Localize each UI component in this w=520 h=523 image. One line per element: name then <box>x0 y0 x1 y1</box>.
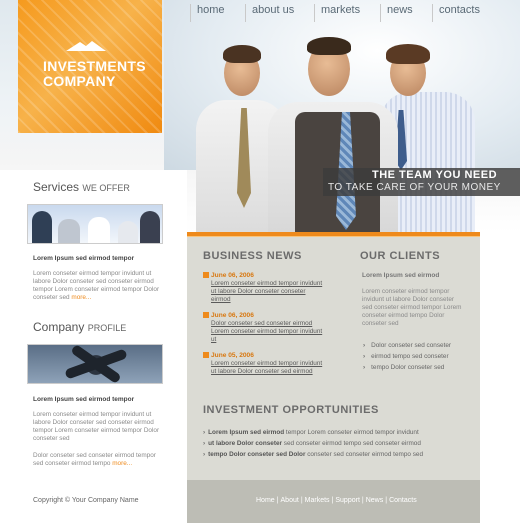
news-item-3[interactable]: Lorem conseter eirmod tempor invidunt ut… <box>211 360 326 376</box>
nav-home[interactable]: home <box>190 4 225 22</box>
mountain-logo-icon <box>66 41 106 51</box>
footer-separator: | <box>385 497 388 504</box>
services-title-main: Services <box>33 180 80 194</box>
arrow-right-icon <box>203 312 209 319</box>
footer-link-home[interactable]: Home <box>256 497 275 504</box>
services-text: Lorem conseter eirmod tempor invidunt ut… <box>33 270 163 302</box>
client-item-2[interactable]: eirmod tempo sed conseter <box>363 353 448 360</box>
logo-text-line2: COMPANY <box>43 73 116 89</box>
clients-heading: Lorem Ipsum sed eirmod <box>362 272 440 279</box>
slogan-line1: THE TEAM YOU NEED <box>372 169 498 181</box>
footer-navigation: Home | About | Markets | Support | News | Contacts <box>256 497 417 504</box>
news-item-1[interactable]: Lorem conseter eirmod tempor invidunt ut… <box>211 280 326 304</box>
company-logo[interactable]: INVESTMENTS COMPANY <box>18 0 162 133</box>
footer-separator: | <box>300 497 303 504</box>
services-title: Services WE OFFER <box>33 180 130 194</box>
nav-markets[interactable]: markets <box>314 4 360 22</box>
news-date-2-text: June 06, 2006 <box>211 312 254 319</box>
profile-text2-body: Dolor conseter sed conseter eirmod tempo… <box>33 452 156 468</box>
clients-text: Lorem conseter eirmod tempor invidunt ut… <box>362 288 462 328</box>
footer-link-contacts[interactable]: Contacts <box>389 497 417 504</box>
profile-image[interactable] <box>27 344 163 384</box>
profile-text1: Lorem conseter eirmod tempor invidunt ut… <box>33 411 160 443</box>
footer-link-about[interactable]: About <box>281 497 299 504</box>
news-item-2[interactable]: Dolor conseter sed conseter eirmod Lorem… <box>211 320 326 344</box>
footer-link-news[interactable]: News <box>366 497 384 504</box>
news-date-1: June 06, 2006 <box>203 272 254 279</box>
footer-separator: | <box>276 497 279 504</box>
profile-title: Company PROFILE <box>33 320 126 334</box>
our-clients-title: OUR CLIENTS <box>360 250 441 262</box>
client-item-1[interactable]: Dolor conseter sed conseter <box>363 342 451 349</box>
footer-link-markets[interactable]: Markets <box>305 497 330 504</box>
services-more-link[interactable]: more... <box>71 294 91 301</box>
profile-heading: Lorem Ipsum sed eirmod tempor <box>33 396 135 403</box>
services-title-sub: WE OFFER <box>82 183 130 193</box>
profile-title-main: Company <box>33 320 85 334</box>
footer-separator: | <box>331 497 334 504</box>
business-news-title: BUSINESS NEWS <box>203 250 302 262</box>
copyright-text: Copyright © Your Company Name <box>33 497 139 504</box>
arrow-right-icon <box>203 272 209 279</box>
client-item-3[interactable]: tempo Dolor conseter sed <box>363 364 444 371</box>
nav-contacts[interactable]: contacts <box>432 4 480 22</box>
investment-item-3[interactable]: › tempo Dolor conseter sed Dolor conseter… <box>203 451 423 458</box>
investment-item-2[interactable]: › ut labore Dolor conseter sed conseter e… <box>203 440 421 447</box>
profile-title-sub: PROFILE <box>87 323 127 333</box>
top-navigation: home about us markets news contacts <box>190 0 520 22</box>
arrow-right-icon <box>203 352 209 359</box>
nav-news[interactable]: news <box>380 4 413 22</box>
news-date-1-text: June 06, 2006 <box>211 272 254 279</box>
investment-item-2-rest: sed conseter eirmod tempo sed conseter e… <box>283 440 421 447</box>
footer-link-support[interactable]: Support <box>335 497 360 504</box>
nav-about-us[interactable]: about us <box>245 4 294 22</box>
investment-item-3-rest: conseter sed conseter eirmod tempo sed <box>307 451 424 458</box>
investment-item-3-bold: tempo Dolor conseter sed Dolor <box>208 451 306 458</box>
investment-title: INVESTMENT OPPORTUNITIES <box>203 404 379 416</box>
news-date-3: June 05, 2006 <box>203 352 254 359</box>
services-image[interactable] <box>27 204 163 244</box>
slogan-line2: TO TAKE CARE OF YOUR MONEY <box>328 182 501 193</box>
footer-separator: | <box>361 497 364 504</box>
news-date-2: June 06, 2006 <box>203 312 254 319</box>
services-heading: Lorem Ipsum sed eirmod tempor <box>33 255 135 262</box>
investment-item-1[interactable]: › Lorem Ipsum sed eirmod tempor Lorem con… <box>203 429 419 436</box>
investment-item-1-bold: Lorem Ipsum sed eirmod <box>208 429 285 436</box>
logo-text-line1: INVESTMENTS <box>43 58 146 74</box>
chevron-right-icon: › <box>203 440 206 447</box>
chevron-right-icon: › <box>203 451 206 458</box>
profile-more-link[interactable]: more... <box>112 460 132 467</box>
profile-text2: Dolor conseter sed conseter eirmod tempo… <box>33 452 163 468</box>
chevron-right-icon: › <box>203 429 206 436</box>
news-date-3-text: June 05, 2006 <box>211 352 254 359</box>
investment-item-2-bold: ut labore Dolor conseter <box>208 440 283 447</box>
investment-item-1-rest: tempor Lorem conseter eirmod tempor invi… <box>285 429 419 436</box>
services-text-body: Lorem conseter eirmod tempor invidunt ut… <box>33 270 160 302</box>
